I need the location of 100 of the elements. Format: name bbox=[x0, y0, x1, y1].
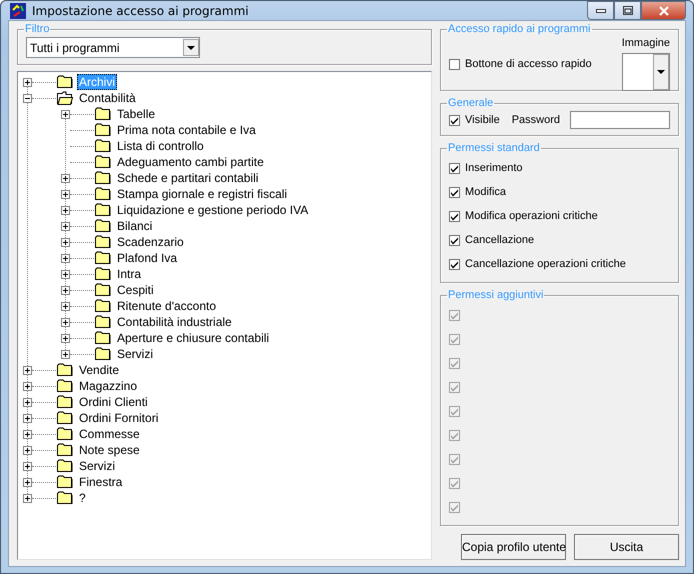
tree-item[interactable]: Note spese bbox=[77, 442, 142, 458]
group-title: Accesso rapido ai programmi bbox=[447, 23, 592, 35]
tree-item[interactable]: Scadenzario bbox=[115, 234, 186, 250]
folder-icon bbox=[95, 251, 111, 265]
expand-icon[interactable] bbox=[61, 254, 70, 262]
password-field[interactable] bbox=[570, 111, 670, 129]
folder-icon bbox=[95, 123, 111, 137]
expand-icon[interactable] bbox=[61, 110, 70, 118]
tree-item[interactable]: Schede e partitari contabili bbox=[115, 170, 260, 186]
expand-icon[interactable] bbox=[61, 270, 70, 278]
expand-icon[interactable] bbox=[61, 238, 70, 246]
checkbox-label: Cancellazione bbox=[465, 234, 534, 246]
close-icon bbox=[658, 6, 670, 16]
tree-item[interactable]: Stampa giornale e registri fiscali bbox=[115, 186, 290, 202]
maximize-icon bbox=[622, 6, 632, 15]
checkbox[interactable] bbox=[449, 162, 460, 174]
folder-icon bbox=[95, 315, 111, 329]
tree-item[interactable]: Commesse bbox=[77, 426, 142, 442]
checkbox[interactable] bbox=[449, 114, 460, 126]
folder-icon bbox=[57, 491, 73, 505]
folder-icon bbox=[95, 347, 111, 361]
tree-item[interactable]: Liquidazione e gestione periodo IVA bbox=[115, 202, 310, 218]
expand-icon[interactable] bbox=[61, 334, 70, 342]
folder-icon bbox=[95, 219, 111, 233]
folder-icon bbox=[57, 427, 73, 441]
expand-icon[interactable] bbox=[23, 494, 32, 502]
folder-icon bbox=[57, 91, 73, 105]
tree-item[interactable]: ? bbox=[77, 490, 88, 506]
folder-icon bbox=[95, 331, 111, 345]
tree-item[interactable]: Contabilità industriale bbox=[115, 314, 234, 330]
close-button[interactable] bbox=[641, 1, 686, 20]
expand-icon[interactable] bbox=[23, 398, 32, 406]
expand-icon[interactable] bbox=[23, 462, 32, 470]
copy-profile-button[interactable]: Copia profilo utente bbox=[461, 534, 566, 560]
checkbox[interactable] bbox=[449, 210, 460, 222]
tree-item[interactable]: Cespiti bbox=[115, 282, 156, 298]
expand-icon[interactable] bbox=[23, 430, 32, 438]
checkbox-label: Inserimento bbox=[465, 162, 523, 174]
window-title: Impostazione accesso ai programmi bbox=[32, 4, 250, 18]
tree-item[interactable]: Intra bbox=[115, 266, 144, 282]
group-title: Filtro bbox=[24, 23, 50, 35]
folder-icon bbox=[95, 283, 111, 297]
checkbox[interactable] bbox=[449, 234, 460, 246]
tree-item[interactable]: Ordini Clienti bbox=[77, 394, 150, 410]
expand-icon[interactable] bbox=[23, 446, 32, 454]
expand-icon[interactable] bbox=[23, 414, 32, 422]
filter-dropdown[interactable]: Tutti i programmi bbox=[26, 37, 200, 58]
tree-item[interactable]: Adeguamento cambi partite bbox=[115, 154, 266, 170]
tree-item[interactable]: Plafond Iva bbox=[115, 250, 180, 266]
tree-item[interactable]: Contabilità bbox=[77, 90, 138, 106]
group-title: Permessi aggiuntivi bbox=[447, 289, 544, 301]
tree-item[interactable]: Tabelle bbox=[115, 106, 158, 122]
checkbox[interactable] bbox=[449, 186, 460, 198]
checkbox-label: Modifica bbox=[465, 186, 506, 198]
minimize-button[interactable] bbox=[587, 1, 614, 20]
tree-item[interactable]: Bilanci bbox=[115, 218, 154, 234]
checkbox[interactable] bbox=[449, 58, 460, 70]
expand-icon[interactable] bbox=[23, 366, 32, 374]
exit-button[interactable]: Uscita bbox=[574, 534, 679, 560]
folder-icon bbox=[95, 203, 111, 217]
caret-icon bbox=[187, 46, 195, 50]
folder-icon bbox=[95, 187, 111, 201]
tree-item[interactable]: Vendite bbox=[77, 362, 122, 378]
app-icon bbox=[10, 2, 26, 18]
expand-icon[interactable] bbox=[23, 382, 32, 390]
expand-icon[interactable] bbox=[61, 302, 70, 310]
folder-icon bbox=[95, 299, 111, 313]
checkbox-label: Modifica operazioni critiche bbox=[465, 210, 598, 222]
folder-icon bbox=[95, 155, 111, 169]
minimize-icon bbox=[596, 8, 606, 12]
expand-icon[interactable] bbox=[61, 174, 70, 182]
tree-item[interactable]: Prima nota contabile e Iva bbox=[115, 122, 258, 138]
image-label: Immagine bbox=[622, 37, 670, 49]
tree-item[interactable]: Ritenute d'acconto bbox=[115, 298, 218, 314]
expand-icon[interactable] bbox=[61, 350, 70, 358]
tree-item[interactable]: Magazzino bbox=[77, 378, 140, 394]
checkbox-label: Bottone di accesso rapido bbox=[465, 58, 592, 70]
expand-icon[interactable] bbox=[61, 190, 70, 198]
expand-icon[interactable] bbox=[23, 478, 32, 486]
tree-item[interactable]: Servizi bbox=[77, 458, 118, 474]
folder-icon bbox=[57, 411, 73, 425]
image-dropdown[interactable] bbox=[622, 53, 670, 91]
maximize-button[interactable] bbox=[614, 1, 641, 20]
tree-item[interactable]: Finestra bbox=[77, 474, 124, 490]
group-title: Permessi standard bbox=[447, 142, 541, 154]
tree-item[interactable]: Lista di controllo bbox=[115, 138, 206, 154]
expand-icon[interactable] bbox=[61, 222, 70, 230]
collapse-icon[interactable] bbox=[23, 94, 32, 102]
folder-icon bbox=[95, 267, 111, 281]
tree-item[interactable]: Ordini Fornitori bbox=[77, 410, 160, 426]
expand-icon[interactable] bbox=[61, 286, 70, 294]
caret-icon bbox=[656, 70, 665, 74]
expand-icon[interactable] bbox=[61, 318, 70, 326]
tree-item[interactable]: Servizi bbox=[115, 346, 156, 362]
expand-icon[interactable] bbox=[23, 78, 32, 86]
checkbox[interactable] bbox=[449, 258, 460, 270]
folder-icon bbox=[57, 443, 73, 457]
checkbox-label: Cancellazione operazioni critiche bbox=[465, 258, 626, 270]
tree-item[interactable]: Aperture e chiusure contabili bbox=[115, 330, 272, 346]
expand-icon[interactable] bbox=[61, 206, 70, 214]
